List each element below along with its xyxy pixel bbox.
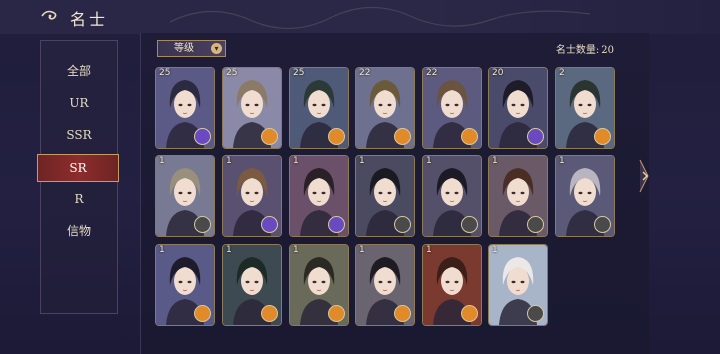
sidebar-item-sr[interactable]: SR [37, 154, 119, 182]
level-number: 1 [559, 156, 565, 166]
character-card[interactable]: 25 [155, 67, 215, 149]
level-number: 1 [293, 156, 299, 166]
level-number: 2 [559, 68, 565, 78]
character-card[interactable]: 20 [488, 67, 548, 149]
sidebar-item-ssr[interactable]: SSR [41, 122, 117, 148]
character-card[interactable]: 1 [488, 155, 548, 237]
level-number: 22 [426, 68, 438, 78]
character-card[interactable]: 1 [289, 244, 349, 326]
element-badge-icon [594, 128, 611, 145]
character-card[interactable]: 1 [488, 244, 548, 326]
element-badge-icon [194, 216, 211, 233]
chevron-down-icon: ▾ [211, 43, 222, 54]
character-card[interactable]: 1 [422, 155, 482, 237]
level-number: 1 [226, 245, 232, 255]
level-number: 25 [293, 68, 305, 78]
expand-arrow-icon[interactable] [638, 158, 650, 194]
character-card[interactable]: 1 [222, 244, 282, 326]
level-number: 1 [159, 245, 165, 255]
level-number: 1 [426, 245, 432, 255]
element-badge-icon [461, 128, 478, 145]
character-card[interactable]: 1 [222, 155, 282, 237]
element-badge-icon [394, 305, 411, 322]
cloud-pattern-decoration [170, 6, 590, 30]
level-number: 22 [359, 68, 371, 78]
back-swirl-icon[interactable] [40, 8, 64, 24]
character-count: 名士数量: 20 [554, 41, 614, 56]
character-card[interactable]: 1 [155, 155, 215, 237]
element-badge-icon [394, 216, 411, 233]
sort-dropdown[interactable]: 等级 ▾ [157, 40, 226, 57]
element-badge-icon [194, 128, 211, 145]
character-card[interactable]: 2 [555, 67, 615, 149]
character-card[interactable]: 1 [555, 155, 615, 237]
level-number: 1 [359, 245, 365, 255]
sidebar-item-tokens[interactable]: 信物 [41, 218, 117, 244]
page-title: 名士 [70, 10, 109, 29]
rarity-sidebar: 全部 UR SSR SR R 信物 [37, 40, 119, 314]
character-card[interactable]: 1 [355, 155, 415, 237]
level-number: 25 [159, 68, 171, 78]
element-badge-icon [527, 128, 544, 145]
count-label: 名士数量: [555, 45, 600, 56]
sidebar-item-all[interactable]: 全部 [41, 58, 117, 84]
sidebar-item-ur[interactable]: UR [41, 90, 117, 116]
level-number: 1 [226, 156, 232, 166]
level-number: 1 [159, 156, 165, 166]
element-badge-icon [461, 216, 478, 233]
character-card[interactable]: 1 [422, 244, 482, 326]
element-badge-icon [594, 216, 611, 233]
level-number: 25 [226, 68, 238, 78]
element-badge-icon [328, 216, 345, 233]
character-card[interactable]: 25 [222, 67, 282, 149]
level-number: 1 [359, 156, 365, 166]
element-badge-icon [527, 216, 544, 233]
character-card[interactable]: 22 [422, 67, 482, 149]
sidebar-item-r[interactable]: R [41, 186, 117, 212]
level-number: 20 [492, 68, 504, 78]
character-card[interactable]: 1 [289, 155, 349, 237]
level-number: 1 [426, 156, 432, 166]
character-card[interactable]: 25 [289, 67, 349, 149]
sort-label: 等级 [174, 43, 194, 54]
top-bar: 名士 [0, 0, 720, 34]
element-badge-icon [527, 305, 544, 322]
level-number: 1 [492, 245, 498, 255]
element-badge-icon [261, 128, 278, 145]
element-badge-icon [394, 128, 411, 145]
character-card[interactable]: 1 [155, 244, 215, 326]
element-badge-icon [328, 128, 345, 145]
character-card[interactable]: 22 [355, 67, 415, 149]
element-badge-icon [194, 305, 211, 322]
element-badge-icon [261, 216, 278, 233]
level-number: 1 [492, 156, 498, 166]
count-value: 20 [601, 45, 614, 56]
character-card[interactable]: 1 [355, 244, 415, 326]
element-badge-icon [328, 305, 345, 322]
level-number: 1 [293, 245, 299, 255]
element-badge-icon [461, 305, 478, 322]
element-badge-icon [261, 305, 278, 322]
